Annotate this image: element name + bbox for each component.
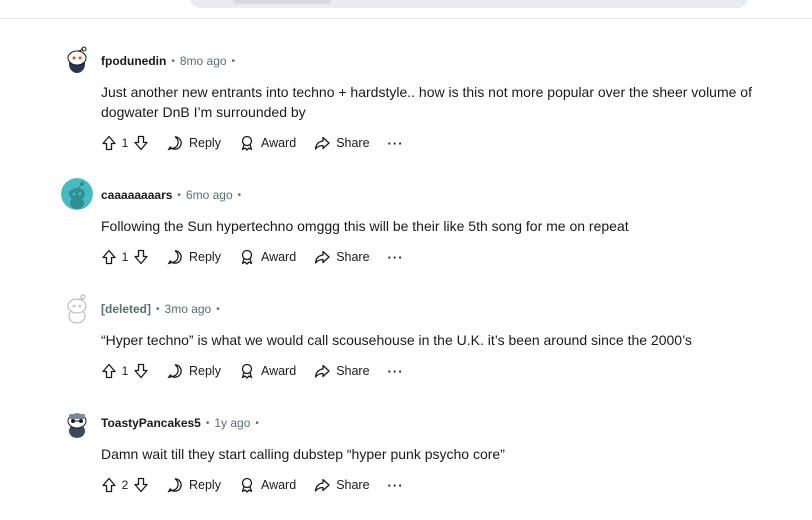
vote-group: 1 [101,249,149,265]
share-button[interactable]: Share [314,135,370,151]
separator-dot: • [216,303,220,315]
snoo-avatar-icon [61,292,93,324]
share-icon [314,363,330,379]
comment-body: “Hyper techno” is what we would call sco… [101,332,692,348]
search-bar[interactable] [190,0,748,8]
award-icon [239,249,255,265]
comment-actions: 1 Reply Award Share ··· [101,361,404,381]
comment-author: [deleted] [101,302,152,316]
user-avatar[interactable] [61,178,93,210]
vote-count: 1 [121,136,129,150]
award-icon [239,363,255,379]
comment: [deleted] • 3mo ago • “Hyper techno” is … [0,292,812,406]
user-avatar[interactable] [61,292,93,324]
share-label: Share [336,364,370,378]
search-chip [232,0,332,4]
user-avatar[interactable] [61,44,93,76]
comment-body: Just another new entrants into techno + … [101,84,752,120]
separator-dot: • [237,189,242,201]
vote-group: 1 [101,363,149,379]
share-icon [314,477,330,493]
vote-count: 2 [121,478,129,492]
reply-label: Reply [189,478,221,492]
upvote-icon[interactable] [101,477,117,493]
more-options-button[interactable]: ··· [388,136,404,151]
more-options-button[interactable]: ··· [388,478,404,493]
snoo-avatar-icon [61,178,93,210]
user-avatar[interactable] [61,406,93,438]
reply-button[interactable]: Reply [167,363,221,379]
separator-dot: • [177,189,181,201]
comment-time[interactable]: 6mo ago [186,188,233,202]
comment-actions: 1 Reply Award Share ··· [101,247,404,267]
award-button[interactable]: Award [239,363,296,379]
comment-time[interactable]: 8mo ago [180,54,227,68]
reply-label: Reply [189,250,221,264]
award-button[interactable]: Award [239,135,296,151]
comment-time[interactable]: 3mo ago [165,302,212,316]
upvote-icon[interactable] [101,249,117,265]
reply-label: Reply [189,136,221,150]
upvote-icon[interactable] [101,135,117,151]
share-label: Share [336,478,370,492]
comment-body: Damn wait till they start calling dubste… [101,446,505,462]
comment-bubble-icon [167,249,183,265]
comment-bubble-icon [167,477,183,493]
comment: fpodunedin • 8mo ago • Just another new … [0,44,812,158]
award-label: Award [260,478,297,492]
comment: ToastyPancakes5 • 1y ago • Damn wait til… [0,406,812,520]
comment-bubble-icon [167,363,183,379]
downvote-icon[interactable] [133,477,149,493]
more-options-button[interactable]: ··· [388,364,404,379]
vote-count: 1 [121,250,129,264]
reply-button[interactable]: Reply [167,135,221,151]
share-button[interactable]: Share [314,477,370,493]
separator-dot: • [231,55,236,67]
award-icon [239,135,255,151]
comment-author[interactable]: ToastyPancakes5 [101,416,201,430]
separator-dot: • [156,303,160,315]
share-button[interactable]: Share [314,249,370,265]
comment-time[interactable]: 1y ago [214,416,250,430]
separator-dot: • [171,55,175,67]
share-label: Share [336,250,370,264]
upvote-icon[interactable] [101,363,117,379]
award-label: Award [260,250,297,264]
downvote-icon[interactable] [133,363,149,379]
reply-button[interactable]: Reply [167,477,221,493]
award-label: Award [260,364,297,378]
share-icon [314,249,330,265]
reply-button[interactable]: Reply [167,249,221,265]
separator-dot: • [205,417,210,429]
more-options-button[interactable]: ··· [388,250,404,265]
downvote-icon[interactable] [133,249,149,265]
vote-group: 2 [101,477,149,493]
comment-bubble-icon [167,135,183,151]
comment-actions: 1 Reply Award Share ··· [101,133,404,153]
award-button[interactable]: Award [239,477,296,493]
award-button[interactable]: Award [239,249,296,265]
separator-dot: • [255,417,259,429]
award-icon [239,477,255,493]
vote-group: 1 [101,135,149,151]
share-icon [314,135,330,151]
share-button[interactable]: Share [314,363,370,379]
snoo-avatar-icon [61,406,93,438]
comment-author[interactable]: caaaaaaaars [101,188,172,202]
award-label: Award [260,136,297,150]
top-bar [0,0,812,19]
reply-label: Reply [189,364,221,378]
share-label: Share [336,136,370,150]
comment-author[interactable]: fpodunedin [101,54,166,68]
vote-count: 1 [121,364,129,378]
comment: caaaaaaaars • 6mo ago • Following the Su… [0,178,812,292]
comment-actions: 2 Reply Award Share ··· [101,475,404,495]
comment-body: Following the Sun hypertechno omggg this… [101,218,629,234]
downvote-icon[interactable] [133,135,149,151]
snoo-avatar-icon [61,44,93,76]
